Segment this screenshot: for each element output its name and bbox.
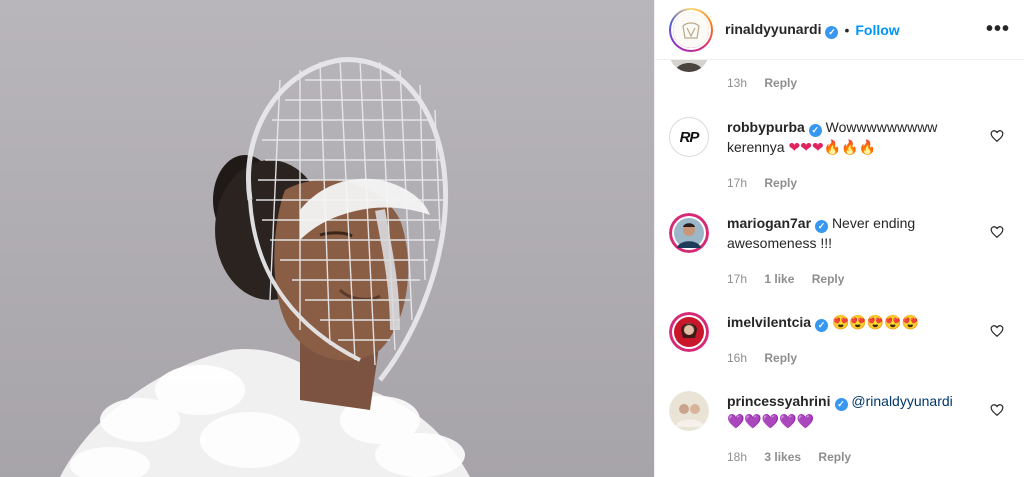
commenter-username[interactable]: princessyahrini (727, 393, 831, 409)
verified-badge-icon: ✓ (815, 319, 829, 332)
comment-body: mariogan7ar ✓ Never ending awesomeness !!… (727, 213, 980, 253)
commenter-username[interactable]: imelvilentcia (727, 314, 811, 330)
instagram-post: rinaldyyunardi ✓ • Follow ••• 13h Reply (0, 0, 1024, 477)
post-sidebar: rinaldyyunardi ✓ • Follow ••• 13h Reply (654, 0, 1024, 477)
comment-body: imelvilentcia ✓ 😍😍😍😍😍 (727, 312, 980, 332)
post-image[interactable] (0, 0, 654, 477)
comment-time[interactable]: 13h (727, 76, 747, 90)
author-username[interactable]: rinaldyyunardi ✓ (725, 21, 839, 39)
avatar-photo-icon (669, 391, 709, 431)
comment-likes[interactable]: 3 likes (764, 450, 801, 464)
reply-button[interactable]: Reply (764, 351, 797, 365)
comment-meta: 17h 1 like Reply (727, 272, 858, 286)
comment-emojis: ❤❤❤🔥🔥🔥 (788, 139, 876, 155)
verified-badge-icon: ✓ (808, 124, 822, 137)
commenter-username[interactable]: robbypurba (727, 119, 805, 135)
comment-time[interactable]: 18h (727, 450, 747, 464)
author-avatar[interactable] (669, 7, 713, 52)
commenter-avatar[interactable] (669, 213, 709, 253)
commenter-avatar[interactable] (669, 391, 709, 431)
author-username-text[interactable]: rinaldyyunardi (725, 21, 821, 37)
commenter-avatar[interactable]: RP (669, 117, 709, 157)
commenter-username[interactable]: mariogan7ar (727, 215, 811, 231)
avatar-photo-icon (669, 312, 709, 352)
commenter-avatar[interactable] (669, 60, 709, 72)
comment-meta: 13h Reply (727, 76, 811, 90)
comment-meta: 16h Reply (727, 351, 811, 365)
follow-button[interactable]: Follow (855, 22, 899, 38)
verified-badge-icon: ✓ (834, 398, 848, 411)
commenter-avatar[interactable] (669, 312, 709, 352)
more-options-icon[interactable]: ••• (986, 18, 1010, 41)
mention-link[interactable]: @rinaldyyunardi (851, 393, 952, 409)
post-header: rinaldyyunardi ✓ • Follow ••• (655, 0, 1024, 60)
comment-emojis: 💜💜💜💜💜 (727, 413, 815, 429)
like-heart-icon[interactable] (990, 324, 1004, 338)
comment-body: princessyahrini ✓ @rinaldyyunardi 💜💜💜💜💜 (727, 391, 980, 431)
reply-button[interactable]: Reply (812, 272, 845, 286)
like-heart-icon[interactable] (990, 225, 1004, 239)
avatar-photo-icon (669, 213, 709, 253)
comments-list[interactable]: 13h Reply RP robbypurba ✓ Wowwwwwwwww ker… (655, 60, 1024, 477)
author-logo-icon (673, 11, 709, 48)
portrait-illustration (60, 57, 470, 477)
comment-likes[interactable]: 1 like (764, 272, 794, 286)
comment-time[interactable]: 16h (727, 351, 747, 365)
comment-meta: 17h Reply (727, 176, 811, 190)
reply-button[interactable]: Reply (818, 450, 851, 464)
verified-badge-icon: ✓ (825, 25, 839, 39)
avatar-photo-icon (669, 60, 709, 72)
comment-emojis: 😍😍😍😍😍 (831, 314, 920, 330)
like-heart-icon[interactable] (990, 129, 1004, 143)
comment-time[interactable]: 17h (727, 272, 747, 286)
comment-body: robbypurba ✓ Wowwwwwwwww kerennya ❤❤❤🔥🔥🔥 (727, 117, 980, 157)
comment-time[interactable]: 17h (727, 176, 747, 190)
verified-badge-icon: ✓ (815, 220, 829, 233)
comment-meta: 18h 3 likes Reply (727, 450, 865, 464)
separator-dot: • (844, 21, 850, 38)
reply-button[interactable]: Reply (764, 76, 797, 90)
reply-button[interactable]: Reply (764, 176, 797, 190)
avatar-monogram: RP (679, 128, 700, 146)
like-heart-icon[interactable] (990, 403, 1004, 417)
